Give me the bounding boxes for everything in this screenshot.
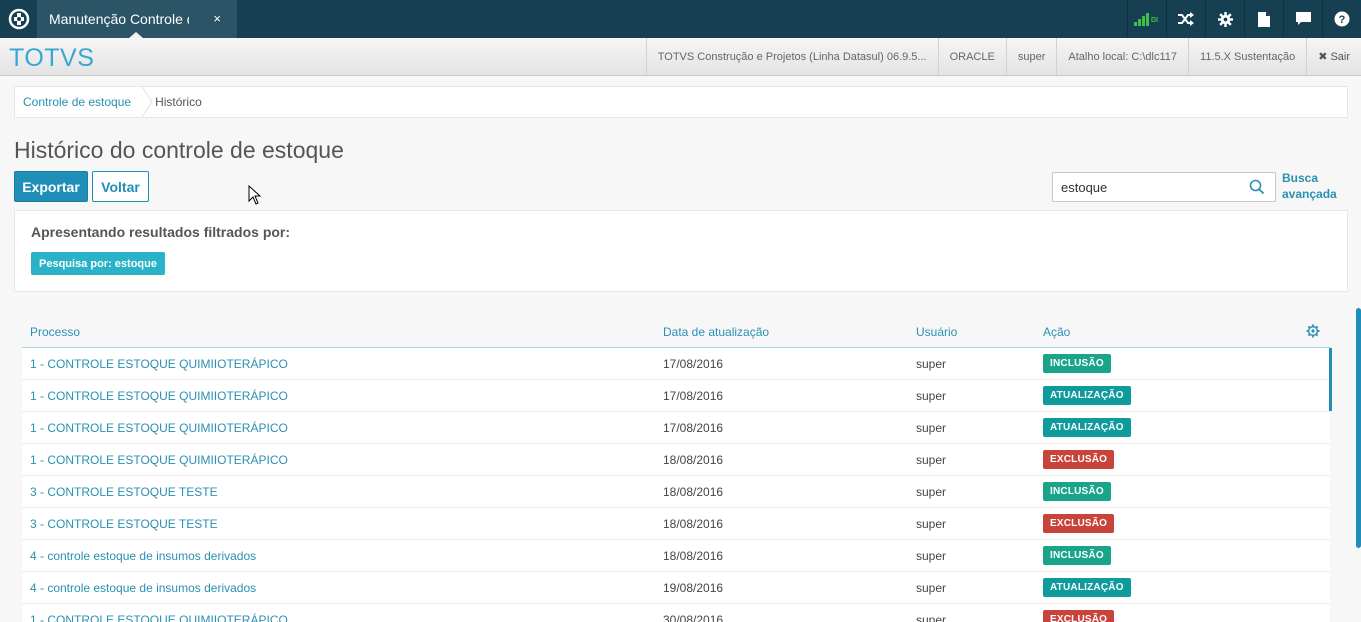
user-name[interactable]: super bbox=[1005, 38, 1057, 75]
gear-icon[interactable] bbox=[1205, 0, 1244, 38]
update-date: 18/08/2016 bbox=[663, 453, 724, 467]
user-cell: super bbox=[916, 357, 947, 371]
tab-label: Manutenção Controle de estoque bbox=[49, 11, 189, 27]
svg-text:?: ? bbox=[1339, 14, 1346, 26]
process-link[interactable]: 1 - CONTROLE ESTOQUE QUIMIIOTERÁPICO bbox=[30, 613, 288, 622]
user-cell: super bbox=[916, 613, 947, 622]
update-date: 19/08/2016 bbox=[663, 581, 724, 595]
action-badge: EXCLUSÃO bbox=[1043, 610, 1115, 622]
close-icon[interactable]: × bbox=[213, 11, 221, 26]
table-row[interactable]: 3 - CONTROLE ESTOQUE TESTE 18/08/2016 su… bbox=[22, 476, 1330, 508]
user-cell: super bbox=[916, 421, 947, 435]
chat-icon[interactable] bbox=[1283, 0, 1322, 38]
action-badge: INCLUSÃO bbox=[1043, 482, 1111, 501]
mouse-cursor-icon bbox=[248, 185, 262, 205]
local-shortcut: Atalho local: C:\dlc117 bbox=[1056, 38, 1188, 75]
version-label: 11.5.X Sustentação bbox=[1188, 38, 1306, 75]
table-row[interactable]: 3 - CONTROLE ESTOQUE TESTE 18/08/2016 su… bbox=[22, 508, 1330, 540]
brand-logo: TOTVS bbox=[9, 44, 95, 72]
app-header: TOTVS TOTVS Construção e Projetos (Linha… bbox=[0, 38, 1361, 76]
search-icon[interactable] bbox=[1249, 179, 1265, 195]
breadcrumb-separator-icon bbox=[141, 87, 153, 117]
document-icon[interactable] bbox=[1244, 0, 1283, 38]
database-name: ORACLE bbox=[937, 38, 1006, 75]
update-date: 17/08/2016 bbox=[663, 389, 724, 403]
process-link[interactable]: 4 - controle estoque de insumos derivado… bbox=[30, 581, 256, 595]
header-info: TOTVS Construção e Projetos (Linha Datas… bbox=[645, 38, 1361, 75]
advanced-search-link[interactable]: Busca avançada bbox=[1282, 170, 1337, 202]
search-input[interactable] bbox=[1053, 173, 1233, 201]
breadcrumb-link-controle[interactable]: Controle de estoque bbox=[15, 95, 141, 109]
column-header-usuario[interactable]: Usuário bbox=[916, 325, 957, 339]
update-date: 18/08/2016 bbox=[663, 517, 724, 531]
action-badge: EXCLUSÃO bbox=[1043, 514, 1115, 533]
table-body: 1 - CONTROLE ESTOQUE QUIMIIOTERÁPICO 17/… bbox=[22, 348, 1330, 622]
action-badge: EXCLUSÃO bbox=[1043, 450, 1115, 469]
totvs-logo-icon[interactable] bbox=[0, 0, 37, 38]
column-header-processo[interactable]: Processo bbox=[30, 325, 80, 339]
update-date: 30/08/2016 bbox=[663, 613, 724, 622]
exit-button[interactable]: ✖ Sair bbox=[1306, 38, 1361, 75]
advanced-search-line1: Busca bbox=[1282, 171, 1319, 185]
action-badge: ATUALIZAÇÃO bbox=[1043, 386, 1131, 405]
product-name[interactable]: TOTVS Construção e Projetos (Linha Datas… bbox=[645, 38, 938, 75]
user-cell: super bbox=[916, 485, 947, 499]
action-badge: INCLUSÃO bbox=[1043, 354, 1111, 373]
action-badge: ATUALIZAÇÃO bbox=[1043, 418, 1131, 437]
process-link[interactable]: 3 - CONTROLE ESTOQUE TESTE bbox=[30, 485, 218, 499]
top-toolbar: DI ? bbox=[1127, 0, 1361, 38]
process-link[interactable]: 1 - CONTROLE ESTOQUE QUIMIIOTERÁPICO bbox=[30, 357, 288, 371]
table-header: Processo Data de atualização Usuário Açã… bbox=[22, 316, 1330, 348]
process-link[interactable]: 3 - CONTROLE ESTOQUE TESTE bbox=[30, 517, 218, 531]
table-row[interactable]: 4 - controle estoque de insumos derivado… bbox=[22, 572, 1330, 604]
process-link[interactable]: 1 - CONTROLE ESTOQUE QUIMIIOTERÁPICO bbox=[30, 453, 288, 467]
user-cell: super bbox=[916, 549, 947, 563]
update-date: 18/08/2016 bbox=[663, 485, 724, 499]
table-row[interactable]: 1 - CONTROLE ESTOQUE QUIMIIOTERÁPICO 17/… bbox=[22, 380, 1330, 412]
filter-title: Apresentando resultados filtrados por: bbox=[31, 224, 291, 240]
table-row[interactable]: 1 - CONTROLE ESTOQUE QUIMIIOTERÁPICO 30/… bbox=[22, 604, 1330, 622]
table-row[interactable]: 4 - controle estoque de insumos derivado… bbox=[22, 540, 1330, 572]
help-icon[interactable]: ? bbox=[1322, 0, 1361, 38]
close-icon: ✖ bbox=[1318, 51, 1328, 63]
process-link[interactable]: 4 - controle estoque de insumos derivado… bbox=[30, 549, 256, 563]
table-row[interactable]: 1 - CONTROLE ESTOQUE QUIMIIOTERÁPICO 18/… bbox=[22, 444, 1330, 476]
table-row[interactable]: 1 - CONTROLE ESTOQUE QUIMIIOTERÁPICO 17/… bbox=[22, 412, 1330, 444]
action-badge: INCLUSÃO bbox=[1043, 546, 1111, 565]
column-header-data[interactable]: Data de atualização bbox=[663, 325, 769, 339]
breadcrumb-current: Histórico bbox=[155, 95, 202, 109]
process-link[interactable]: 1 - CONTROLE ESTOQUE QUIMIIOTERÁPICO bbox=[30, 389, 288, 403]
user-cell: super bbox=[916, 389, 947, 403]
update-date: 17/08/2016 bbox=[663, 357, 724, 371]
user-cell: super bbox=[916, 517, 947, 531]
signal-label: DI bbox=[1151, 17, 1158, 24]
exit-label: Sair bbox=[1330, 50, 1350, 63]
update-date: 18/08/2016 bbox=[663, 549, 724, 563]
action-badge: ATUALIZAÇÃO bbox=[1043, 578, 1131, 597]
page-scrollbar[interactable] bbox=[1356, 308, 1361, 548]
filter-panel: Apresentando resultados filtrados por: P… bbox=[14, 210, 1348, 292]
page-title: Histórico do controle de estoque bbox=[14, 137, 344, 163]
column-header-acao[interactable]: Ação bbox=[1043, 325, 1070, 339]
tab-manutencao-controle[interactable]: Manutenção Controle de estoque × bbox=[37, 0, 237, 38]
row-scroll-indicator bbox=[1329, 348, 1332, 411]
user-cell: super bbox=[916, 581, 947, 595]
table-row[interactable]: 1 - CONTROLE ESTOQUE QUIMIIOTERÁPICO 17/… bbox=[22, 348, 1330, 380]
user-cell: super bbox=[916, 453, 947, 467]
export-button[interactable]: Exportar bbox=[14, 171, 88, 202]
shuffle-icon[interactable] bbox=[1166, 0, 1205, 38]
top-tab-bar: Manutenção Controle de estoque × DI bbox=[0, 0, 1361, 38]
back-button[interactable]: Voltar bbox=[92, 171, 149, 202]
signal-icon[interactable]: DI bbox=[1127, 0, 1166, 38]
gear-icon[interactable] bbox=[1306, 324, 1320, 338]
filter-tag[interactable]: Pesquisa por: estoque bbox=[31, 252, 165, 275]
update-date: 17/08/2016 bbox=[663, 421, 724, 435]
search-box bbox=[1052, 172, 1276, 202]
process-link[interactable]: 1 - CONTROLE ESTOQUE QUIMIIOTERÁPICO bbox=[30, 421, 288, 435]
advanced-search-line2: avançada bbox=[1282, 187, 1337, 201]
breadcrumb: Controle de estoque Histórico bbox=[14, 86, 1348, 118]
